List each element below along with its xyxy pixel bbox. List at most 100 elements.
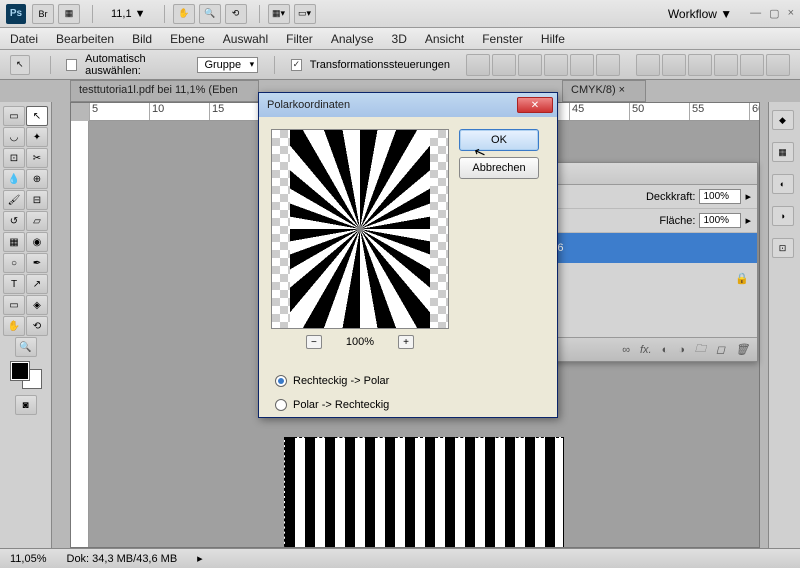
menu-ansicht[interactable]: Ansicht bbox=[425, 32, 464, 46]
new-layer-icon[interactable]: ◻ bbox=[716, 343, 725, 356]
ruler-vertical bbox=[71, 121, 89, 547]
move-tool[interactable]: ↖ bbox=[26, 106, 48, 126]
maximize-icon[interactable]: ▢ bbox=[769, 7, 779, 20]
heal-tool[interactable]: ⊕ bbox=[26, 169, 48, 189]
menu-auswahl[interactable]: Auswahl bbox=[223, 32, 268, 46]
rotate-icon[interactable]: ⟲ bbox=[225, 4, 247, 24]
link-icon[interactable]: ∞ bbox=[622, 344, 630, 356]
close-icon[interactable]: × bbox=[788, 7, 794, 20]
opacity-input[interactable]: 100% bbox=[699, 189, 741, 204]
menu-fenster[interactable]: Fenster bbox=[482, 32, 523, 46]
distribute-icon[interactable] bbox=[636, 54, 660, 76]
zoom-value: 100% bbox=[346, 336, 374, 348]
photoshop-logo-icon: Ps bbox=[6, 4, 26, 24]
hand-icon[interactable]: ✋ bbox=[173, 4, 195, 24]
filter-preview[interactable] bbox=[271, 129, 449, 329]
status-doc[interactable]: Dok: 34,3 MB/43,6 MB bbox=[67, 553, 178, 565]
type-tool[interactable]: T bbox=[3, 274, 25, 294]
options-bar: ↖ Automatisch auswählen: Gruppe ✓ Transf… bbox=[0, 50, 800, 80]
move-tool-icon[interactable]: ↖ bbox=[10, 55, 30, 75]
align-icon[interactable] bbox=[492, 54, 516, 76]
3d-tool[interactable]: ◈ bbox=[26, 295, 48, 315]
minimize-icon[interactable]: — bbox=[750, 7, 761, 20]
menu-ebene[interactable]: Ebene bbox=[170, 32, 205, 46]
fill-input[interactable]: 100% bbox=[699, 213, 741, 228]
panel-icon[interactable]: ◐ bbox=[772, 174, 794, 194]
document-tab-2[interactable]: CMYK/8) × bbox=[562, 80, 646, 102]
bridge-icon[interactable]: Br bbox=[32, 4, 54, 24]
panel-icon[interactable]: ◑ bbox=[772, 206, 794, 226]
distribute-icon[interactable] bbox=[740, 54, 764, 76]
eyedropper-tool[interactable]: 💧 bbox=[3, 169, 25, 189]
canvas-content bbox=[284, 437, 564, 547]
mask-icon[interactable]: ◐ bbox=[662, 344, 669, 356]
history-icon[interactable]: ▦ bbox=[58, 4, 80, 24]
right-dock: ◆ ▦ ◐ ◑ ⊡ bbox=[768, 102, 800, 568]
transform-label: Transformationssteuerungen bbox=[310, 59, 450, 71]
lock-icon: 🔒 bbox=[735, 272, 749, 285]
align-icon[interactable] bbox=[596, 54, 620, 76]
color-swatch[interactable] bbox=[11, 362, 41, 388]
history-brush-tool[interactable]: ↺ bbox=[3, 211, 25, 231]
panel-icon[interactable]: ◆ bbox=[772, 110, 794, 130]
zoom-out-button[interactable]: − bbox=[306, 335, 322, 349]
gradient-tool[interactable]: ▦ bbox=[3, 232, 25, 252]
eraser-tool[interactable]: ▱ bbox=[26, 211, 48, 231]
hand-tool[interactable]: ✋ bbox=[3, 316, 25, 336]
menu-hilfe[interactable]: Hilfe bbox=[541, 32, 565, 46]
dialog-titlebar[interactable]: Polarkoordinaten ✕ bbox=[259, 93, 557, 117]
distribute-icon[interactable] bbox=[688, 54, 712, 76]
menu-filter[interactable]: Filter bbox=[286, 32, 313, 46]
quickmask-tool[interactable]: ◙ bbox=[15, 395, 37, 415]
fx-icon[interactable]: fx. bbox=[640, 344, 652, 356]
brush-tool[interactable]: 🖌 bbox=[3, 190, 25, 210]
menu-analyse[interactable]: Analyse bbox=[331, 32, 374, 46]
zoom-icon[interactable]: 🔍 bbox=[199, 4, 221, 24]
dialog-close-icon[interactable]: ✕ bbox=[517, 97, 553, 113]
lasso-tool[interactable]: ◡ bbox=[3, 127, 25, 147]
workspace-switcher[interactable]: Workflow ▼ bbox=[660, 5, 740, 23]
arrange-icon[interactable]: ▦▾ bbox=[268, 4, 290, 24]
radio-polar-to-rect[interactable]: Polar -> Rechteckig bbox=[275, 399, 557, 411]
cancel-button[interactable]: Abbrechen bbox=[459, 157, 539, 179]
zoom-display[interactable]: 11,1 ▼ bbox=[101, 8, 156, 20]
distribute-icon[interactable] bbox=[662, 54, 686, 76]
screen-mode-icon[interactable]: ▭▾ bbox=[294, 4, 316, 24]
trash-icon[interactable]: 🗑 bbox=[735, 343, 749, 356]
marquee-tool[interactable]: ▭ bbox=[3, 106, 25, 126]
stamp-tool[interactable]: ⊟ bbox=[26, 190, 48, 210]
transform-checkbox[interactable]: ✓ bbox=[291, 59, 302, 71]
menu-bearbeiten[interactable]: Bearbeiten bbox=[56, 32, 114, 46]
adjustment-icon[interactable]: ◑ bbox=[678, 344, 685, 356]
folder-icon[interactable]: 🗀 bbox=[695, 340, 706, 359]
dodge-tool[interactable]: ○ bbox=[3, 253, 25, 273]
menu-bild[interactable]: Bild bbox=[132, 32, 152, 46]
status-zoom[interactable]: 11,05% bbox=[10, 553, 47, 565]
crop-tool[interactable]: ⊡ bbox=[3, 148, 25, 168]
rotate-view-tool[interactable]: ⟲ bbox=[26, 316, 48, 336]
auto-select-checkbox[interactable] bbox=[66, 59, 77, 71]
slice-tool[interactable]: ✂ bbox=[26, 148, 48, 168]
ok-button[interactable]: OK bbox=[459, 129, 539, 151]
align-icon[interactable] bbox=[570, 54, 594, 76]
align-icon[interactable] bbox=[518, 54, 542, 76]
shape-tool[interactable]: ▭ bbox=[3, 295, 25, 315]
blur-tool[interactable]: ◉ bbox=[26, 232, 48, 252]
align-icon[interactable] bbox=[544, 54, 568, 76]
align-icon[interactable] bbox=[466, 54, 490, 76]
auto-select-dropdown[interactable]: Gruppe bbox=[197, 57, 258, 73]
pen-tool[interactable]: ✒ bbox=[26, 253, 48, 273]
status-bar: 11,05% Dok: 34,3 MB/43,6 MB▸ bbox=[0, 548, 800, 568]
distribute-icon[interactable] bbox=[714, 54, 738, 76]
menu-datei[interactable]: Datei bbox=[10, 32, 38, 46]
panel-icon[interactable]: ⊡ bbox=[772, 238, 794, 258]
path-tool[interactable]: ↗ bbox=[26, 274, 48, 294]
document-tab[interactable]: testtutoria1l.pdf bei 11,1% (Eben bbox=[70, 80, 259, 102]
distribute-icon[interactable] bbox=[766, 54, 790, 76]
menu-3d[interactable]: 3D bbox=[392, 32, 407, 46]
panel-icon[interactable]: ▦ bbox=[772, 142, 794, 162]
zoom-in-button[interactable]: + bbox=[398, 335, 414, 349]
zoom-tool[interactable]: 🔍 bbox=[15, 337, 37, 357]
radio-rect-to-polar[interactable]: Rechteckig -> Polar bbox=[275, 375, 557, 387]
wand-tool[interactable]: ✦ bbox=[26, 127, 48, 147]
